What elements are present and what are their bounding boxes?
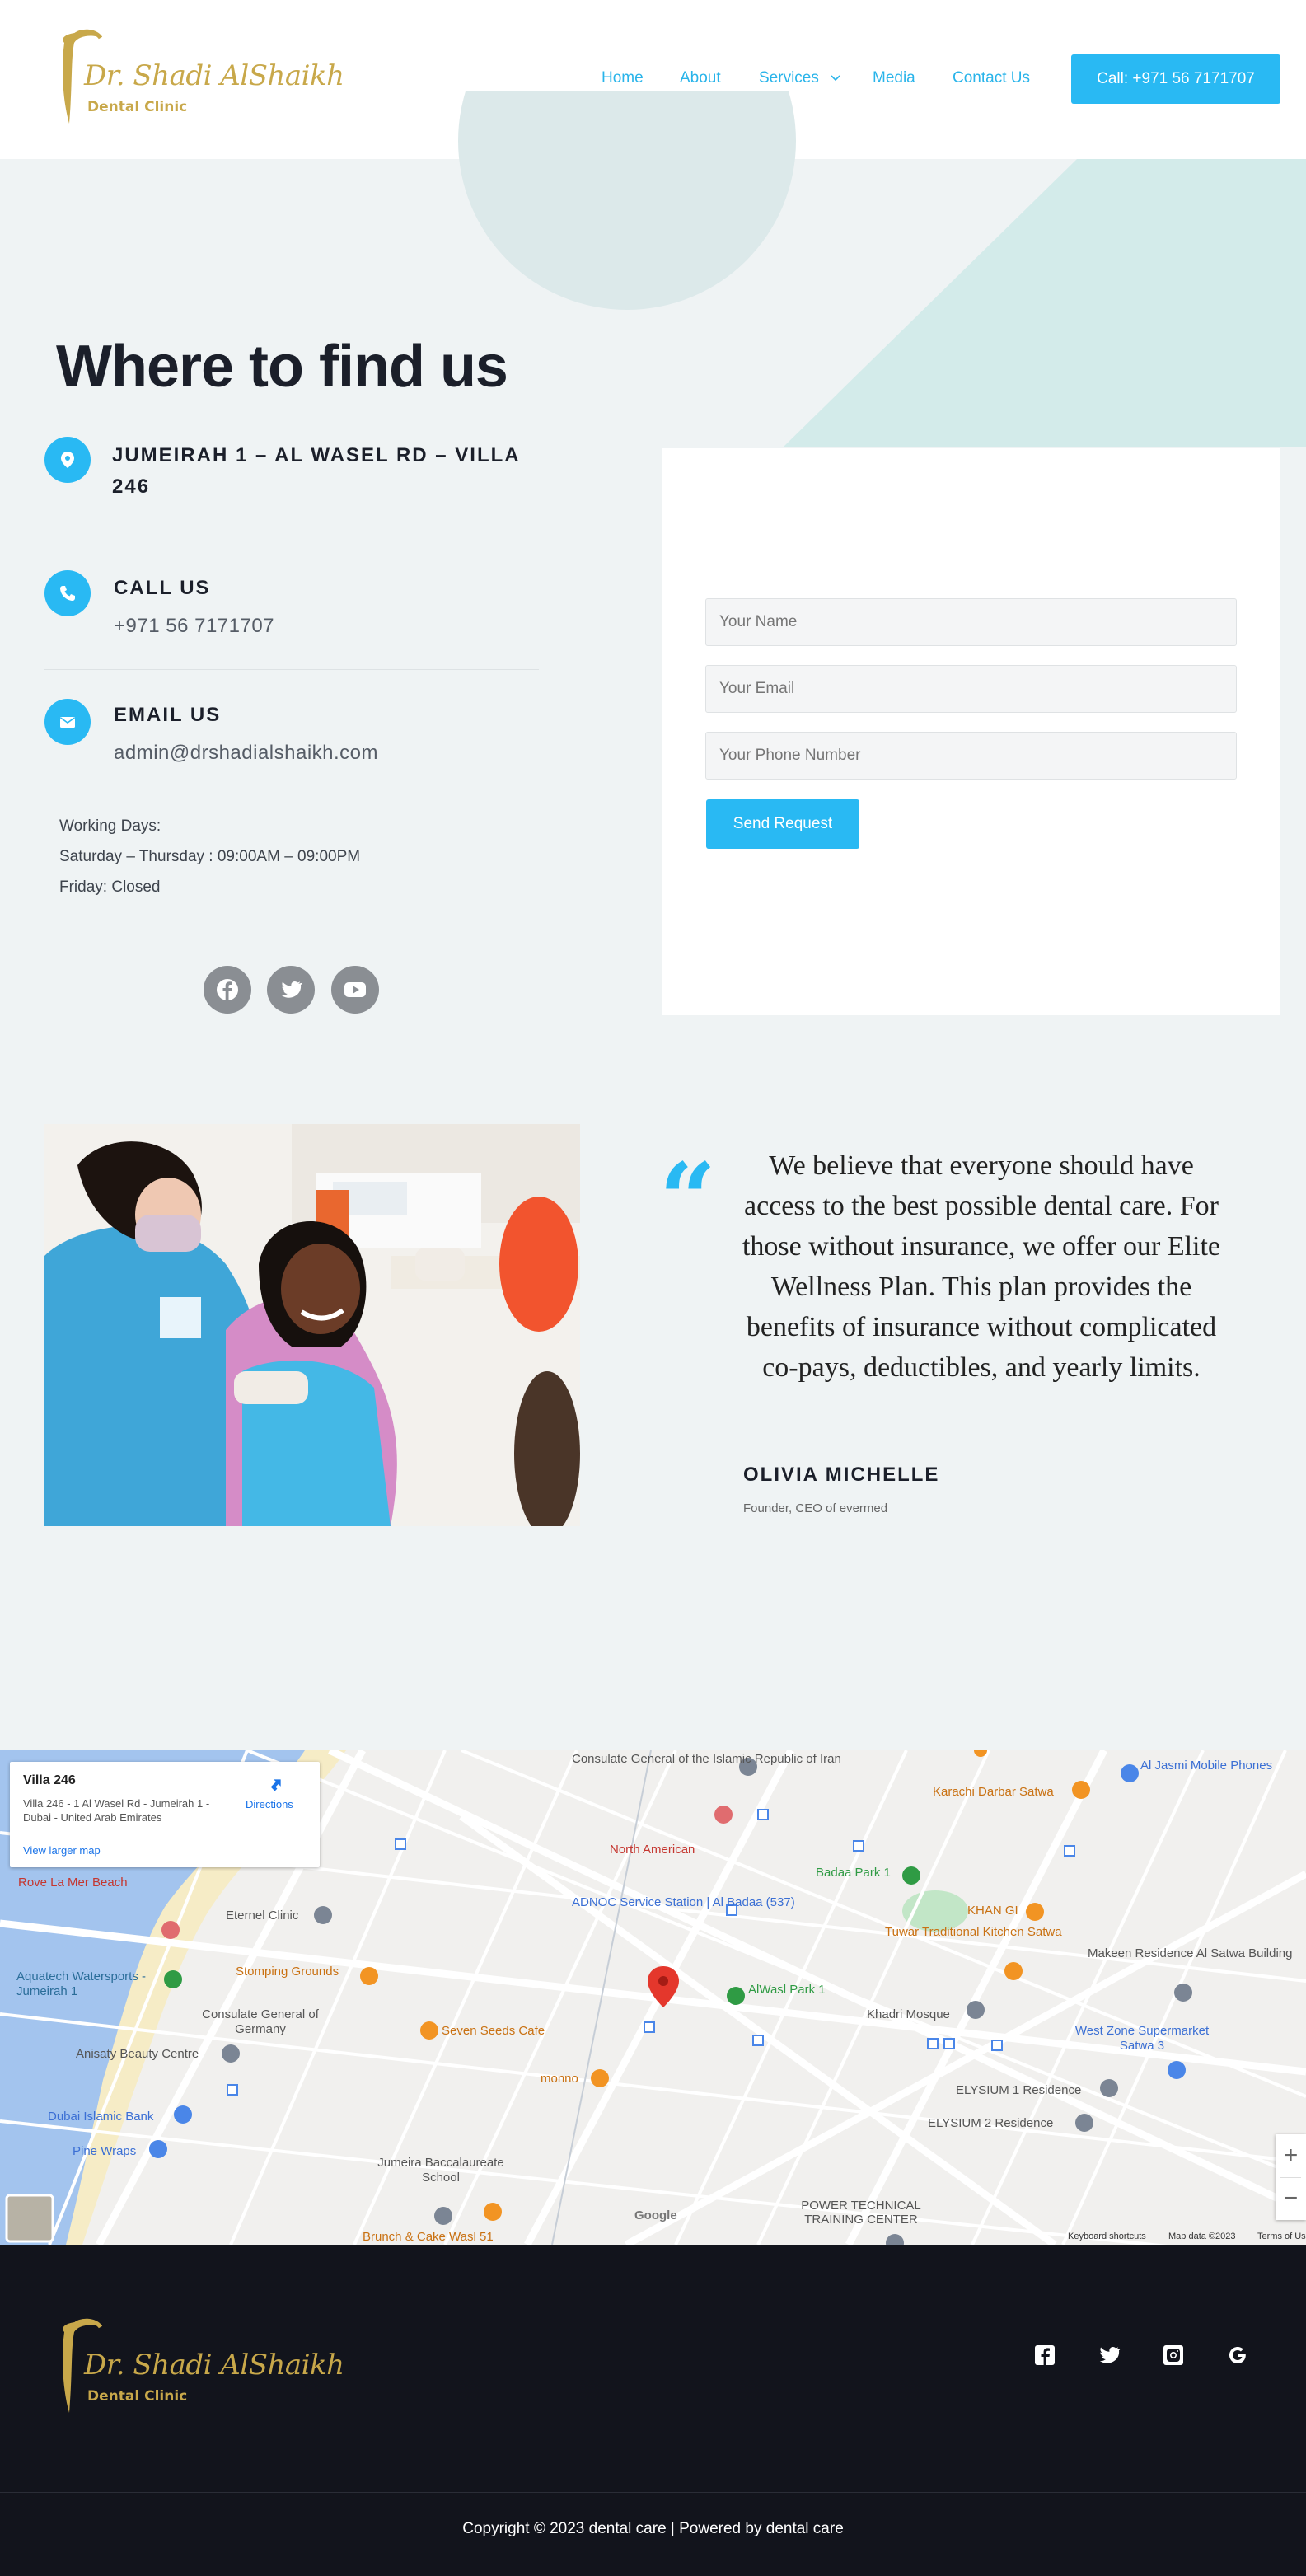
map-place[interactable]: KHAN GI (967, 1904, 1018, 1918)
youtube-icon[interactable] (331, 966, 379, 1014)
map-place[interactable]: Rove La Mer Beach (18, 1876, 128, 1890)
hours-friday: Friday: Closed (59, 878, 161, 896)
email-value[interactable]: admin@drshadialshaikh.com (114, 742, 378, 765)
zoom-in-icon[interactable]: + (1276, 2134, 1306, 2177)
twitter-icon[interactable] (1096, 2342, 1122, 2368)
testimonial-role: Founder, CEO of evermed (743, 1501, 888, 1515)
hours-weekdays: Saturday – Thursday : 09:00AM – 09:00PM (59, 848, 361, 865)
call-button[interactable]: Call: +971 56 7171707 (1071, 54, 1280, 104)
location-pin-icon (44, 437, 91, 483)
call-heading: CALL US (114, 577, 211, 599)
phone-icon (44, 570, 91, 616)
zoom-out-icon[interactable]: − (1276, 2177, 1306, 2220)
footer-logo[interactable]: Dr. Shadi AlShaikh Dental Clinic (54, 2316, 344, 2423)
hours-label: Working Days: (59, 817, 161, 835)
map-place[interactable]: Tuwar Traditional Kitchen Satwa (885, 1925, 1062, 1940)
email-heading: EMAIL US (114, 704, 222, 726)
map-place[interactable]: ADNOC Service Station | Al Badaa (537) (572, 1895, 795, 1910)
map-place[interactable]: Pine Wraps (73, 2144, 136, 2158)
map-place[interactable]: monno (541, 2072, 578, 2086)
email-icon (44, 699, 91, 745)
nav-services[interactable]: Services (759, 69, 819, 87)
map-place[interactable]: POWER TECHNICAL TRAINING CENTER (791, 2199, 931, 2227)
map-place[interactable]: Al Jasmi Mobile Phones (1140, 1759, 1272, 1773)
google-watermark: Google (634, 2208, 677, 2222)
map-place[interactable]: Badaa Park 1 (816, 1866, 891, 1880)
address-heading: JUMEIRAH 1 – AL WASEL RD – VILLA 246 (112, 444, 520, 498)
map-place[interactable]: Makeen Residence Al Satwa Building (1088, 1946, 1292, 1961)
copyright-text: Copyright © 2023 dental care | Powered b… (462, 2520, 844, 2537)
testimonial-quote: We believe that everyone should have acc… (742, 1150, 1221, 1383)
contact-title: Where to find us (56, 334, 508, 400)
decorative-shape (783, 159, 1306, 447)
map-place[interactable]: Khadri Mosque (867, 2007, 950, 2021)
map-zoom-control: + − (1276, 2134, 1306, 2220)
map-place[interactable]: Brunch & Cake Wasl 51 (363, 2230, 494, 2244)
map-place[interactable]: Karachi Darbar Satwa (933, 1785, 1054, 1799)
facebook-square-icon[interactable] (1032, 2342, 1058, 2368)
directions-link[interactable]: Directions (246, 1798, 293, 1810)
call-value[interactable]: +971 56 7171707 (114, 615, 274, 638)
nav-home[interactable]: Home (602, 69, 644, 87)
directions-icon[interactable] (265, 1773, 290, 1795)
google-icon[interactable] (1224, 2342, 1251, 2368)
decorative-circle (458, 91, 796, 310)
map-place[interactable]: Aquatech Watersports - Jumeirah 1 (16, 1969, 181, 1999)
terms-link[interactable]: Terms of Use (1257, 2232, 1306, 2241)
quote-icon: “ (659, 1150, 716, 1208)
map-place[interactable]: Jumeira Baccalaureate School (363, 2156, 519, 2185)
phone-input[interactable] (705, 732, 1237, 780)
map-place[interactable]: AlWasl Park 1 (748, 1983, 826, 1997)
facebook-icon[interactable] (204, 966, 251, 1014)
view-larger-map-link[interactable]: View larger map (23, 1844, 101, 1857)
map-place[interactable]: Stomping Grounds (236, 1965, 339, 1979)
map-place[interactable]: Eternel Clinic (226, 1909, 298, 1923)
instagram-icon[interactable] (1160, 2342, 1187, 2368)
map-data-text: Map data ©2023 (1168, 2232, 1236, 2241)
logo-subtitle: Dental Clinic (87, 2388, 188, 2405)
send-request-button[interactable]: Send Request (706, 799, 859, 849)
nav-about[interactable]: About (680, 69, 721, 87)
nav-media[interactable]: Media (873, 69, 915, 87)
logo-name: Dr. Shadi AlShaikh (84, 59, 344, 92)
clinic-logo[interactable]: Dr. Shadi AlShaikh Dental Clinic (54, 26, 344, 133)
footer-divider (0, 2492, 1306, 2493)
map-info-card: Villa 246 Villa 246 - 1 Al Wasel Rd - Ju… (10, 1762, 320, 1867)
nav-contact[interactable]: Contact Us (953, 69, 1030, 87)
map-place[interactable]: Consulate General of the Islamic Republi… (572, 1752, 841, 1767)
map-place[interactable]: Dubai Islamic Bank (48, 2110, 153, 2124)
logo-name: Dr. Shadi AlShaikh (84, 2349, 344, 2382)
logo-subtitle: Dental Clinic (87, 99, 188, 115)
map-card-title: Villa 246 (23, 1773, 76, 1787)
testimonial-name: OLIVIA MICHELLE (743, 1464, 940, 1486)
map-place[interactable]: ELYSIUM 1 Residence (956, 2083, 1081, 2097)
dentist-patient-photo (44, 1124, 580, 1526)
keyboard-shortcuts-link[interactable]: Keyboard shortcuts (1068, 2232, 1146, 2241)
map-place[interactable]: Seven Seeds Cafe (442, 2024, 545, 2038)
map-place[interactable]: Consulate General of Germany (194, 2007, 326, 2037)
name-input[interactable] (705, 598, 1237, 646)
email-input[interactable] (705, 665, 1237, 713)
map-place[interactable]: Anisaty Beauty Centre (76, 2047, 199, 2061)
chevron-down-icon[interactable] (829, 71, 842, 84)
map-place[interactable]: West Zone Supermarket Satwa 3 (1068, 2024, 1216, 2054)
map-place[interactable]: ELYSIUM 2 Residence (928, 2116, 1053, 2130)
divider (44, 669, 539, 670)
map-card-address: Villa 246 - 1 Al Wasel Rd - Jumeirah 1 -… (23, 1797, 210, 1824)
map-place[interactable]: North American (610, 1843, 695, 1857)
twitter-icon[interactable] (267, 966, 315, 1014)
